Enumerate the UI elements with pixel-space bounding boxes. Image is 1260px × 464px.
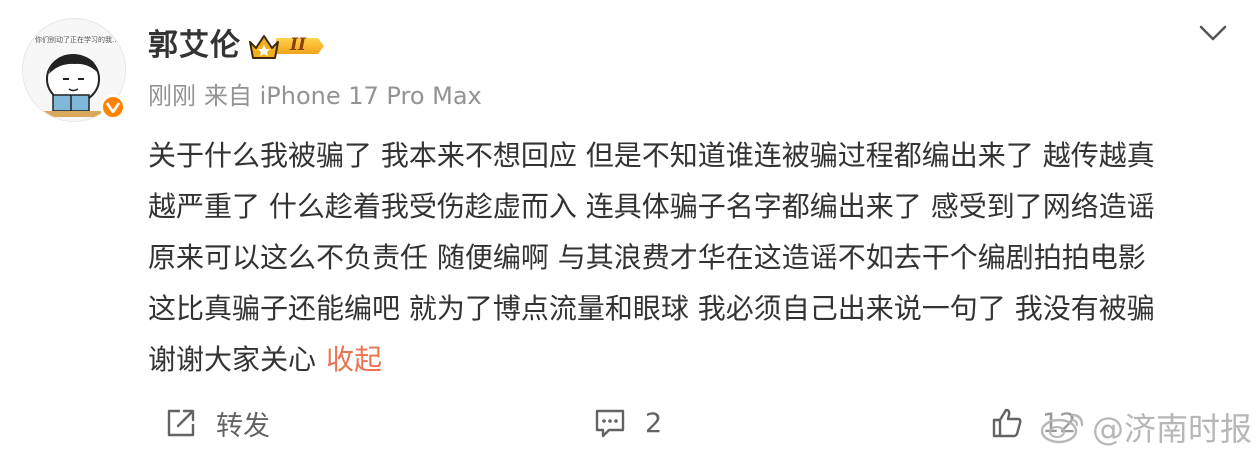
content-line: 这比真骗子还能编吧 就为了博点流量和眼球 我必须自己出来说一句了 我没有被骗 [148,292,1155,325]
verified-badge-icon [100,94,126,120]
avatar-caption: 你们别动了正在学习的我... [35,36,119,44]
comment-button[interactable]: 2 [593,398,662,448]
post-time: 刚刚 [148,82,196,110]
repost-icon [167,409,195,437]
content-line: 越严重了 什么趁着我受伤趁虚而入 连具体骗子名字都编出来了 感受到了网络造谣 [148,190,1155,223]
member-level-text: II [290,35,306,55]
comment-count: 2 [645,407,663,439]
content-line: 关于什么我被骗了 我本来不想回应 但是不知道谁连被骗过程都编出来了 越传越真 [148,139,1155,172]
repost-label: 转发 [216,410,270,442]
post-meta: 刚刚 来自 iPhone 17 Pro Max [148,80,490,112]
collapse-link[interactable]: 收起 [326,343,382,376]
source-watermark: @济南时报 [1040,405,1252,449]
content-line-last: 谢谢大家关心 收起 [148,334,1248,385]
avatar-container[interactable]: 你们别动了正在学习的我... [22,18,126,122]
post-content: 关于什么我被骗了 我本来不想回应 但是不知道谁连被骗过程都编出来了 越传越真 越… [148,130,1248,385]
content-line: 谢谢大家关心 [148,343,317,376]
member-badge[interactable]: II [246,30,324,62]
like-icon [992,408,1022,438]
comment-icon [595,409,625,438]
post-menu-button[interactable] [1198,22,1228,44]
repost-button[interactable]: 转发 [164,398,270,448]
weibo-logo-icon [1040,413,1084,444]
post-source: 来自 iPhone 17 Pro Max [204,82,482,110]
watermark-text: @济南时报 [1092,410,1253,448]
member-crown-icon [249,35,324,59]
chevron-down-icon [1199,25,1227,41]
author-name[interactable]: 郭艾伦 [148,26,241,66]
content-line: 原来可以这么不负责任 随便编啊 与其浪费才华在这造谣不如去干个编剧拍拍电影 [148,241,1146,274]
